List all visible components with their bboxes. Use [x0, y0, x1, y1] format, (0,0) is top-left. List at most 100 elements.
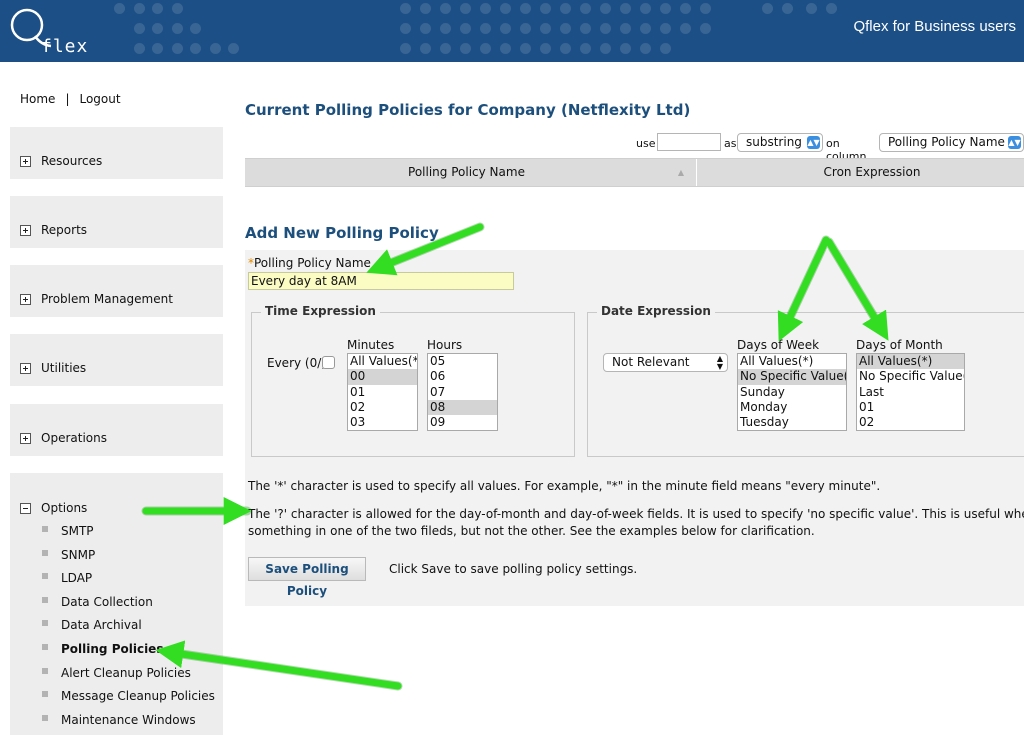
sidebar-section-problem-management[interactable]: Problem Management: [10, 265, 223, 317]
minutes-option[interactable]: All Values(*): [348, 354, 417, 369]
bullet-icon: [42, 620, 48, 627]
app-header: flex Qflex for Business users: [0, 0, 1024, 62]
filter-use-label: use: [636, 137, 656, 150]
days-of-week-label: Days of Week: [737, 338, 820, 352]
sidebar-item-smtp[interactable]: SMTP: [42, 523, 215, 547]
column-select[interactable]: Polling Policy Name ▲▼: [879, 133, 1024, 152]
minutes-listbox[interactable]: All Values(*) 00 01 02 03: [347, 353, 418, 431]
bullet-icon: [42, 643, 48, 650]
select-arrows-icon: ▲▼: [807, 136, 820, 149]
policy-name-label-text: Polling Policy Name: [254, 256, 371, 270]
plus-box-icon[interactable]: [20, 156, 31, 167]
bullet-icon: [42, 573, 48, 580]
sidebar-section-label: Reports: [41, 223, 88, 237]
match-mode-select[interactable]: substring ▲▼: [737, 133, 823, 152]
days-of-month-listbox[interactable]: All Values(*) No Specific Value(?) Last …: [856, 353, 965, 431]
sidebar-item-label: Alert Cleanup Policies: [61, 665, 191, 680]
dom-option[interactable]: Last: [857, 385, 964, 400]
minutes-label: Minutes: [347, 338, 395, 352]
sidebar-section-resources[interactable]: Resources: [10, 127, 223, 179]
dow-option[interactable]: Monday: [738, 400, 846, 415]
sidebar-item-snmp[interactable]: SNMP: [42, 547, 215, 571]
dom-option[interactable]: No Specific Value(?): [857, 369, 964, 384]
hours-option[interactable]: 05: [428, 354, 497, 369]
plus-box-icon[interactable]: [20, 433, 31, 444]
column-header-policy-name[interactable]: Polling Policy Name ▲: [245, 159, 688, 186]
sidebar-item-data-archival[interactable]: Data Archival: [42, 617, 215, 641]
save-hint: Click Save to save polling policy settin…: [389, 562, 638, 576]
home-link[interactable]: Home: [20, 92, 55, 106]
sidebar-item-alert-cleanup-policies[interactable]: Alert Cleanup Policies: [42, 665, 215, 689]
sidebar-section-label: Resources: [41, 154, 103, 168]
bullet-icon: [42, 596, 48, 603]
hours-label: Hours: [427, 338, 463, 352]
sidebar-section-label: Operations: [41, 431, 107, 445]
minutes-option[interactable]: 01: [348, 385, 417, 400]
plus-box-icon[interactable]: [20, 363, 31, 374]
bullet-icon: [42, 714, 48, 721]
every-label: Every (0/): [267, 356, 326, 370]
logout-link[interactable]: Logout: [79, 92, 120, 106]
hours-option[interactable]: 07: [428, 385, 497, 400]
minutes-option-selected[interactable]: 00: [348, 369, 417, 385]
sidebar-item-label: SMTP: [61, 524, 94, 538]
time-expression-legend: Time Expression: [261, 304, 380, 318]
plus-box-icon[interactable]: [20, 225, 31, 236]
bullet-icon: [42, 667, 48, 674]
sidebar-item-label: Polling Policies: [61, 641, 164, 656]
hours-option[interactable]: 09: [428, 415, 497, 430]
bullet-icon: [42, 691, 48, 698]
sidebar-section-reports[interactable]: Reports: [10, 196, 223, 248]
minutes-option[interactable]: 02: [348, 400, 417, 415]
policies-title: Current Polling Policies for Company (Ne…: [245, 101, 691, 119]
sidebar-section-label: Options: [41, 501, 88, 515]
sidebar-item-label: SNMP: [61, 547, 96, 562]
sidebar-item-message-cleanup-policies[interactable]: Message Cleanup Policies: [42, 688, 215, 712]
add-policy-title: Add New Polling Policy: [245, 224, 439, 242]
date-mode-value: Not Relevant: [612, 355, 690, 369]
match-mode-value: substring: [746, 135, 802, 149]
minutes-option[interactable]: 03: [348, 415, 417, 430]
dow-option[interactable]: All Values(*): [738, 354, 846, 369]
save-polling-policy-button[interactable]: Save Polling Policy: [248, 557, 366, 598]
plus-box-icon[interactable]: [20, 294, 31, 305]
minus-box-icon[interactable]: [20, 503, 31, 514]
days-of-week-listbox[interactable]: All Values(*) No Specific Value(?) Sunda…: [737, 353, 847, 431]
hours-listbox[interactable]: 05 06 07 08 09: [427, 353, 498, 431]
qflex-logo: flex: [7, 3, 97, 57]
sidebar-item-polling-policies[interactable]: Polling Policies: [42, 641, 215, 665]
date-expression-legend: Date Expression: [597, 304, 715, 318]
sort-icon[interactable]: ▲: [678, 159, 684, 186]
hours-option-selected[interactable]: 08: [428, 399, 497, 416]
column-header-cron-expression[interactable]: Cron Expression: [697, 159, 1024, 186]
sidebar-item-maintenance-windows[interactable]: Maintenance Windows: [42, 712, 215, 735]
sidebar-item-label: Data Collection: [61, 594, 153, 609]
dom-option-selected[interactable]: All Values(*): [857, 354, 964, 370]
policies-table-header: Polling Policy Name ▲ Cron Expression: [245, 158, 1024, 187]
sidebar-item-ldap[interactable]: LDAP: [42, 570, 215, 594]
options-submenu: SMTP SNMP LDAP Data Collection Data Arch…: [42, 523, 215, 735]
dom-option[interactable]: 01: [857, 400, 964, 415]
dom-option[interactable]: 02: [857, 415, 964, 430]
bullet-icon: [42, 549, 48, 556]
header-tagline: Qflex for Business users: [853, 18, 1016, 35]
dow-option[interactable]: Sunday: [738, 385, 846, 400]
policy-name-input[interactable]: Every day at 8AM: [248, 272, 514, 290]
filter-search-input[interactable]: [657, 133, 721, 151]
svg-text:flex: flex: [41, 36, 88, 57]
dow-option[interactable]: Tuesday: [738, 415, 846, 430]
filter-as-label: as: [724, 137, 737, 150]
nav-separator: |: [65, 92, 70, 106]
dow-option-selected[interactable]: No Specific Value(?): [738, 369, 846, 385]
policy-name-label: *Polling Policy Name: [248, 256, 371, 270]
sidebar-section-utilities[interactable]: Utilities: [10, 334, 223, 386]
hours-option[interactable]: 06: [428, 369, 497, 384]
every-checkbox[interactable]: [322, 356, 335, 369]
select-arrows-icon: ▲▼: [716, 354, 723, 371]
column-select-value: Polling Policy Name: [888, 135, 1005, 149]
sidebar-section-operations[interactable]: Operations: [10, 404, 223, 456]
bullet-icon: [42, 526, 48, 532]
column-header-label: Polling Policy Name: [408, 165, 525, 179]
sidebar-item-data-collection[interactable]: Data Collection: [42, 594, 215, 618]
date-mode-select[interactable]: Not Relevant ▲ ▼: [603, 353, 728, 372]
